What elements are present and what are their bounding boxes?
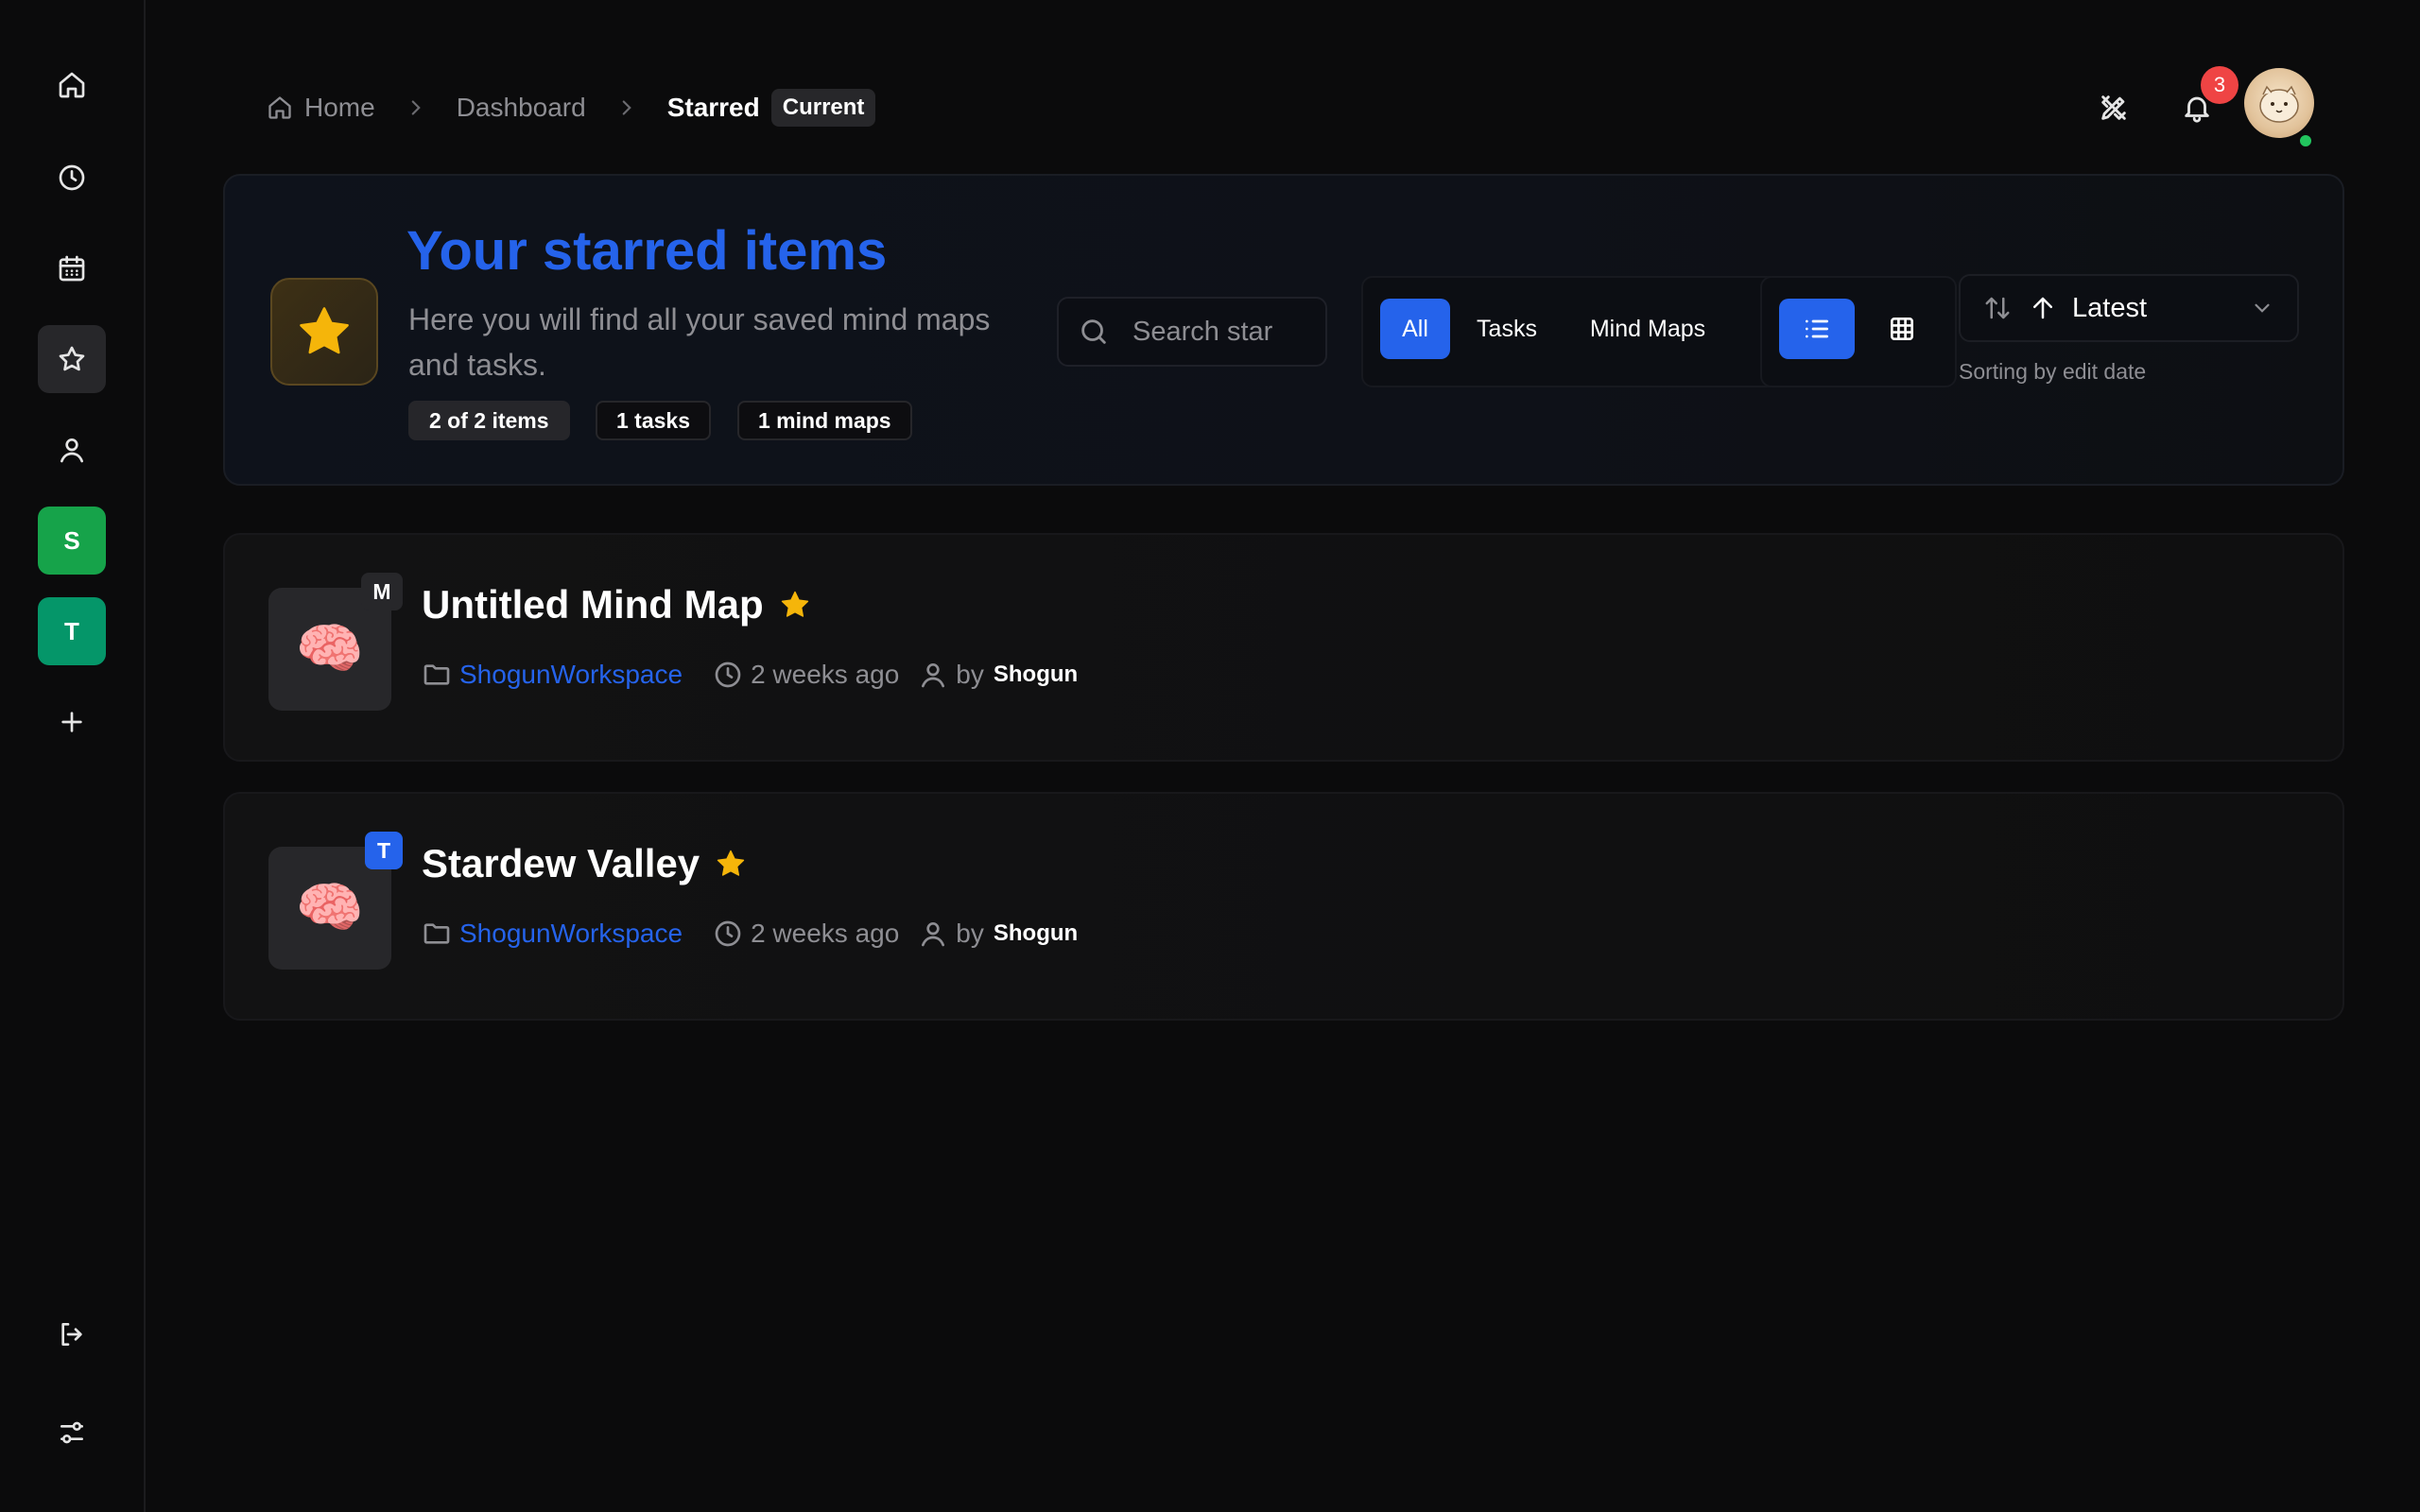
user-icon — [922, 663, 945, 688]
logout-icon — [61, 1323, 82, 1346]
sidebar: S T — [0, 0, 146, 1512]
tools-button[interactable] — [2089, 83, 2138, 132]
item-title-text: Stardew Valley — [422, 841, 700, 885]
sort-dropdown[interactable]: Latest — [1959, 274, 2299, 342]
settings-button[interactable] — [38, 1399, 106, 1467]
list-view-button[interactable] — [1779, 299, 1855, 359]
current-badge: Current — [770, 89, 876, 127]
item-type-badge: T — [365, 832, 403, 869]
view-toggle — [1760, 276, 1957, 387]
item-time: 2 weeks ago — [751, 919, 900, 948]
brain-icon: 🧠 — [295, 877, 365, 938]
item-author: Shogun — [993, 920, 1079, 946]
item-meta: ShogunWorkspace 2 weeks ago by Shogun — [422, 656, 1078, 694]
breadcrumb-dashboard[interactable]: Dashboard — [457, 93, 586, 123]
notification-count-badge: 3 — [2201, 66, 2238, 104]
item-by-label: by — [956, 660, 984, 689]
starred-item[interactable]: 🧠 M Untitled Mind Map ShogunWorkspace 2 … — [223, 533, 2344, 762]
star-icon — [300, 307, 349, 354]
sort-arrows-icon — [1985, 297, 2010, 319]
page-subtitle: Here you will find all your saved mind m… — [408, 302, 991, 382]
star-outline-icon — [59, 346, 85, 371]
clock-icon — [715, 920, 741, 947]
sidebar-calendar-button[interactable] — [38, 234, 106, 302]
workspace-s-button[interactable]: S — [38, 507, 106, 575]
plus-icon — [61, 712, 82, 732]
home-icon — [59, 72, 85, 98]
sliders-icon — [60, 1421, 83, 1444]
calendar-icon — [59, 255, 85, 282]
item-by-label: by — [956, 919, 984, 948]
search-input[interactable] — [1132, 316, 1274, 348]
item-title: Stardew Valley — [422, 841, 747, 886]
sort-hint: Sorting by edit date — [1959, 359, 2147, 384]
filter-all-button[interactable]: All — [1380, 299, 1450, 359]
breadcrumb-home[interactable]: Home — [267, 93, 375, 123]
item-title-text: Untitled Mind Map — [422, 582, 764, 627]
arrow-up-icon — [2033, 297, 2052, 319]
grid-icon — [1891, 318, 1913, 340]
user-icon — [60, 438, 83, 463]
star-badge — [270, 278, 378, 386]
starred-item[interactable]: 🧠 T Stardew Valley ShogunWorkspace 2 wee… — [223, 792, 2344, 1021]
item-time: 2 weeks ago — [751, 660, 900, 689]
user-icon — [922, 922, 945, 947]
count-chip-items: 2 of 2 items — [408, 401, 570, 440]
count-chip-mindmaps: 1 mind maps — [737, 401, 912, 440]
item-author: Shogun — [993, 662, 1079, 687]
chevron-right-icon — [411, 100, 421, 115]
chevron-right-icon — [622, 100, 631, 115]
filter-tasks-button[interactable]: Tasks — [1461, 299, 1552, 359]
folder-icon — [424, 664, 450, 685]
home-icon — [268, 96, 291, 119]
search-icon — [1081, 319, 1106, 344]
folder-icon — [424, 923, 450, 944]
sidebar-home-button[interactable] — [38, 51, 106, 119]
item-workspace-link[interactable]: ShogunWorkspace — [459, 919, 683, 949]
chevron-down-icon — [2255, 303, 2270, 313]
avatar[interactable] — [2244, 68, 2314, 138]
breadcrumb-dashboard-label: Dashboard — [456, 93, 586, 122]
logout-button[interactable] — [38, 1300, 106, 1368]
sort-label: Latest — [2072, 292, 2147, 323]
count-chip-tasks: 1 tasks — [596, 401, 712, 440]
breadcrumb-current: Starred — [666, 93, 760, 122]
item-type-badge: M — [361, 573, 403, 610]
list-icon — [1806, 319, 1828, 338]
search-box — [1057, 297, 1327, 367]
page-title: Your starred items — [406, 220, 888, 282]
item-workspace-link[interactable]: ShogunWorkspace — [459, 660, 683, 690]
item-meta: ShogunWorkspace 2 weeks ago by Shogun — [422, 915, 1078, 953]
filter-mindmaps-button[interactable]: Mind Maps — [1567, 299, 1728, 359]
clock-icon — [715, 662, 741, 688]
clock-icon — [59, 164, 85, 191]
breadcrumb-home-label: Home — [304, 93, 375, 122]
sidebar-profile-button[interactable] — [38, 416, 106, 484]
grid-view-button[interactable] — [1864, 299, 1940, 359]
item-title: Untitled Mind Map — [422, 582, 811, 627]
brain-icon: 🧠 — [295, 618, 365, 679]
star-icon[interactable] — [779, 589, 811, 621]
starred-header-card: Your starred items Here you will find al… — [223, 174, 2344, 486]
breadcrumb: Home Dashboard Starred Current — [267, 89, 876, 127]
star-icon[interactable] — [715, 848, 747, 880]
sidebar-recent-button[interactable] — [38, 144, 106, 212]
workspace-t-button[interactable]: T — [38, 597, 106, 665]
pencil-ruler-icon — [2101, 95, 2126, 120]
sidebar-starred-button[interactable] — [38, 325, 106, 393]
add-workspace-button[interactable] — [38, 688, 106, 756]
online-status-dot — [2297, 132, 2314, 149]
avatar-illustration — [2259, 85, 2299, 123]
